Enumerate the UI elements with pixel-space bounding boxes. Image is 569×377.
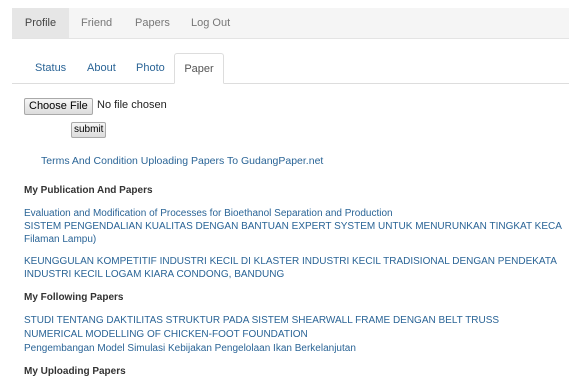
profile-tabs: Status About Photo Paper xyxy=(12,53,569,84)
publication-link[interactable]: KEUNGGULAN KOMPETITIF INDUSTRI KECIL DI … xyxy=(24,256,557,267)
following-link[interactable]: Pengembangan Model Simulasi Kebijakan Pe… xyxy=(24,343,356,354)
file-status-text: No file chosen xyxy=(97,99,167,111)
tab-status[interactable]: Status xyxy=(35,53,66,83)
following-heading: My Following Papers xyxy=(24,292,124,303)
tab-about[interactable]: About xyxy=(87,53,116,83)
publications-heading: My Publication And Papers xyxy=(24,185,153,196)
nav-logout[interactable]: Log Out xyxy=(191,8,230,38)
publication-link[interactable]: SISTEM PENGENDALIAN KUALITAS DENGAN BANT… xyxy=(24,221,562,232)
following-link[interactable]: NUMERICAL MODELLING OF CHICKEN-FOOT FOUN… xyxy=(24,329,308,340)
publication-link-continuation[interactable]: Filaman Lampu) xyxy=(24,234,96,245)
submit-button[interactable]: submit xyxy=(71,122,107,138)
choose-file-button[interactable]: Choose File xyxy=(24,98,93,115)
publication-link[interactable]: Evaluation and Modification of Processes… xyxy=(24,208,393,219)
uploading-heading: My Uploading Papers xyxy=(24,366,126,377)
top-navbar: Profile Friend Papers Log Out xyxy=(12,8,569,39)
nav-friend[interactable]: Friend xyxy=(81,8,112,38)
tab-photo[interactable]: Photo xyxy=(136,53,165,83)
tab-paper[interactable]: Paper xyxy=(174,53,224,84)
publication-link-continuation[interactable]: INDUSTRI KECIL LOGAM KIARA CONDONG, BAND… xyxy=(24,269,284,280)
nav-profile[interactable]: Profile xyxy=(12,8,69,38)
terms-link[interactable]: Terms And Condition Uploading Papers To … xyxy=(41,155,323,167)
nav-papers[interactable]: Papers xyxy=(135,8,170,38)
following-link[interactable]: STUDI TENTANG DAKTILITAS STRUKTUR PADA S… xyxy=(24,315,499,326)
